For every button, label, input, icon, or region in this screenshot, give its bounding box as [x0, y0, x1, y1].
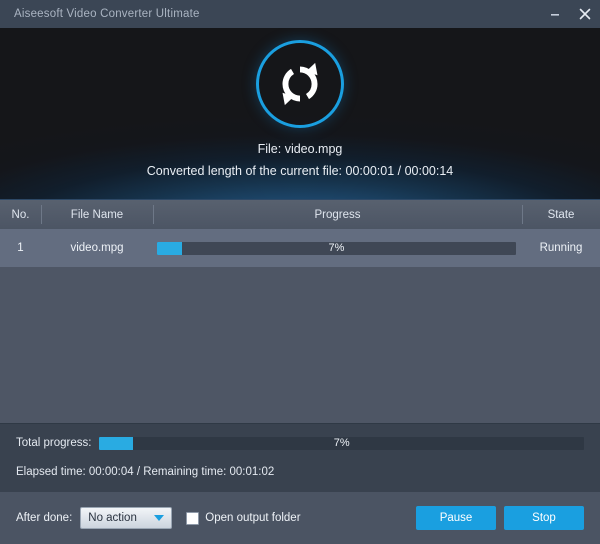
- title-bar: Aiseesoft Video Converter Ultimate: [0, 0, 600, 28]
- current-file-text: File: video.mpg: [257, 142, 343, 156]
- row-no: 1: [17, 242, 24, 254]
- table-header: No. File Name Progress State: [0, 199, 600, 229]
- column-header-state[interactable]: State: [522, 209, 600, 221]
- close-icon: [579, 8, 591, 20]
- convert-refresh-icon: [256, 40, 344, 128]
- column-header-file-name[interactable]: File Name: [41, 209, 153, 221]
- window-title: Aiseesoft Video Converter Ultimate: [14, 8, 200, 20]
- column-divider[interactable]: [522, 205, 523, 224]
- refresh-arrows-icon: [282, 62, 318, 106]
- window-controls: [540, 0, 600, 28]
- converted-length-text: Converted length of the current file: 00…: [146, 164, 454, 178]
- column-header-no[interactable]: No.: [0, 209, 41, 221]
- after-done-value: No action: [88, 512, 137, 524]
- row-file-name: video.mpg: [70, 242, 124, 254]
- file-list-empty-area[interactable]: [0, 267, 600, 423]
- total-progress-bar: 7%: [99, 436, 584, 450]
- row-progress-label: 7%: [328, 242, 345, 254]
- open-output-folder-checkbox[interactable]: [186, 511, 200, 525]
- total-progress-panel: Total progress: 7% Elapsed time: 00:00:0…: [0, 423, 600, 491]
- pause-button[interactable]: Pause: [416, 506, 496, 530]
- row-state: Running: [539, 242, 583, 254]
- app-window: Aiseesoft Video Converter Ultimate File:…: [0, 0, 600, 544]
- total-progress-percent: 7%: [333, 437, 350, 449]
- close-button[interactable]: [570, 0, 600, 28]
- column-divider[interactable]: [153, 205, 154, 224]
- open-output-folder-label: Open output folder: [205, 512, 301, 524]
- after-done-label: After done:: [16, 512, 73, 524]
- minimize-button[interactable]: [540, 0, 570, 28]
- after-done-select[interactable]: No action: [80, 507, 173, 529]
- table-row[interactable]: 1 video.mpg 7% Running: [0, 229, 600, 267]
- open-output-folder-checkbox-group[interactable]: Open output folder: [186, 511, 301, 525]
- row-progress-bar: 7%: [157, 241, 516, 255]
- elapsed-remaining-text: Elapsed time: 00:00:04 / Remaining time:…: [16, 466, 275, 478]
- stop-button[interactable]: Stop: [504, 506, 584, 530]
- minimize-icon: [551, 14, 559, 16]
- row-progress: 7%: [153, 241, 522, 255]
- hero-panel: File: video.mpg Converted length of the …: [0, 28, 600, 199]
- total-progress-label: Total progress:: [16, 437, 92, 449]
- column-divider[interactable]: [41, 205, 42, 224]
- footer-bar: After done: No action Open output folder…: [0, 491, 600, 544]
- column-header-progress[interactable]: Progress: [153, 209, 522, 221]
- chevron-down-icon: [154, 515, 165, 521]
